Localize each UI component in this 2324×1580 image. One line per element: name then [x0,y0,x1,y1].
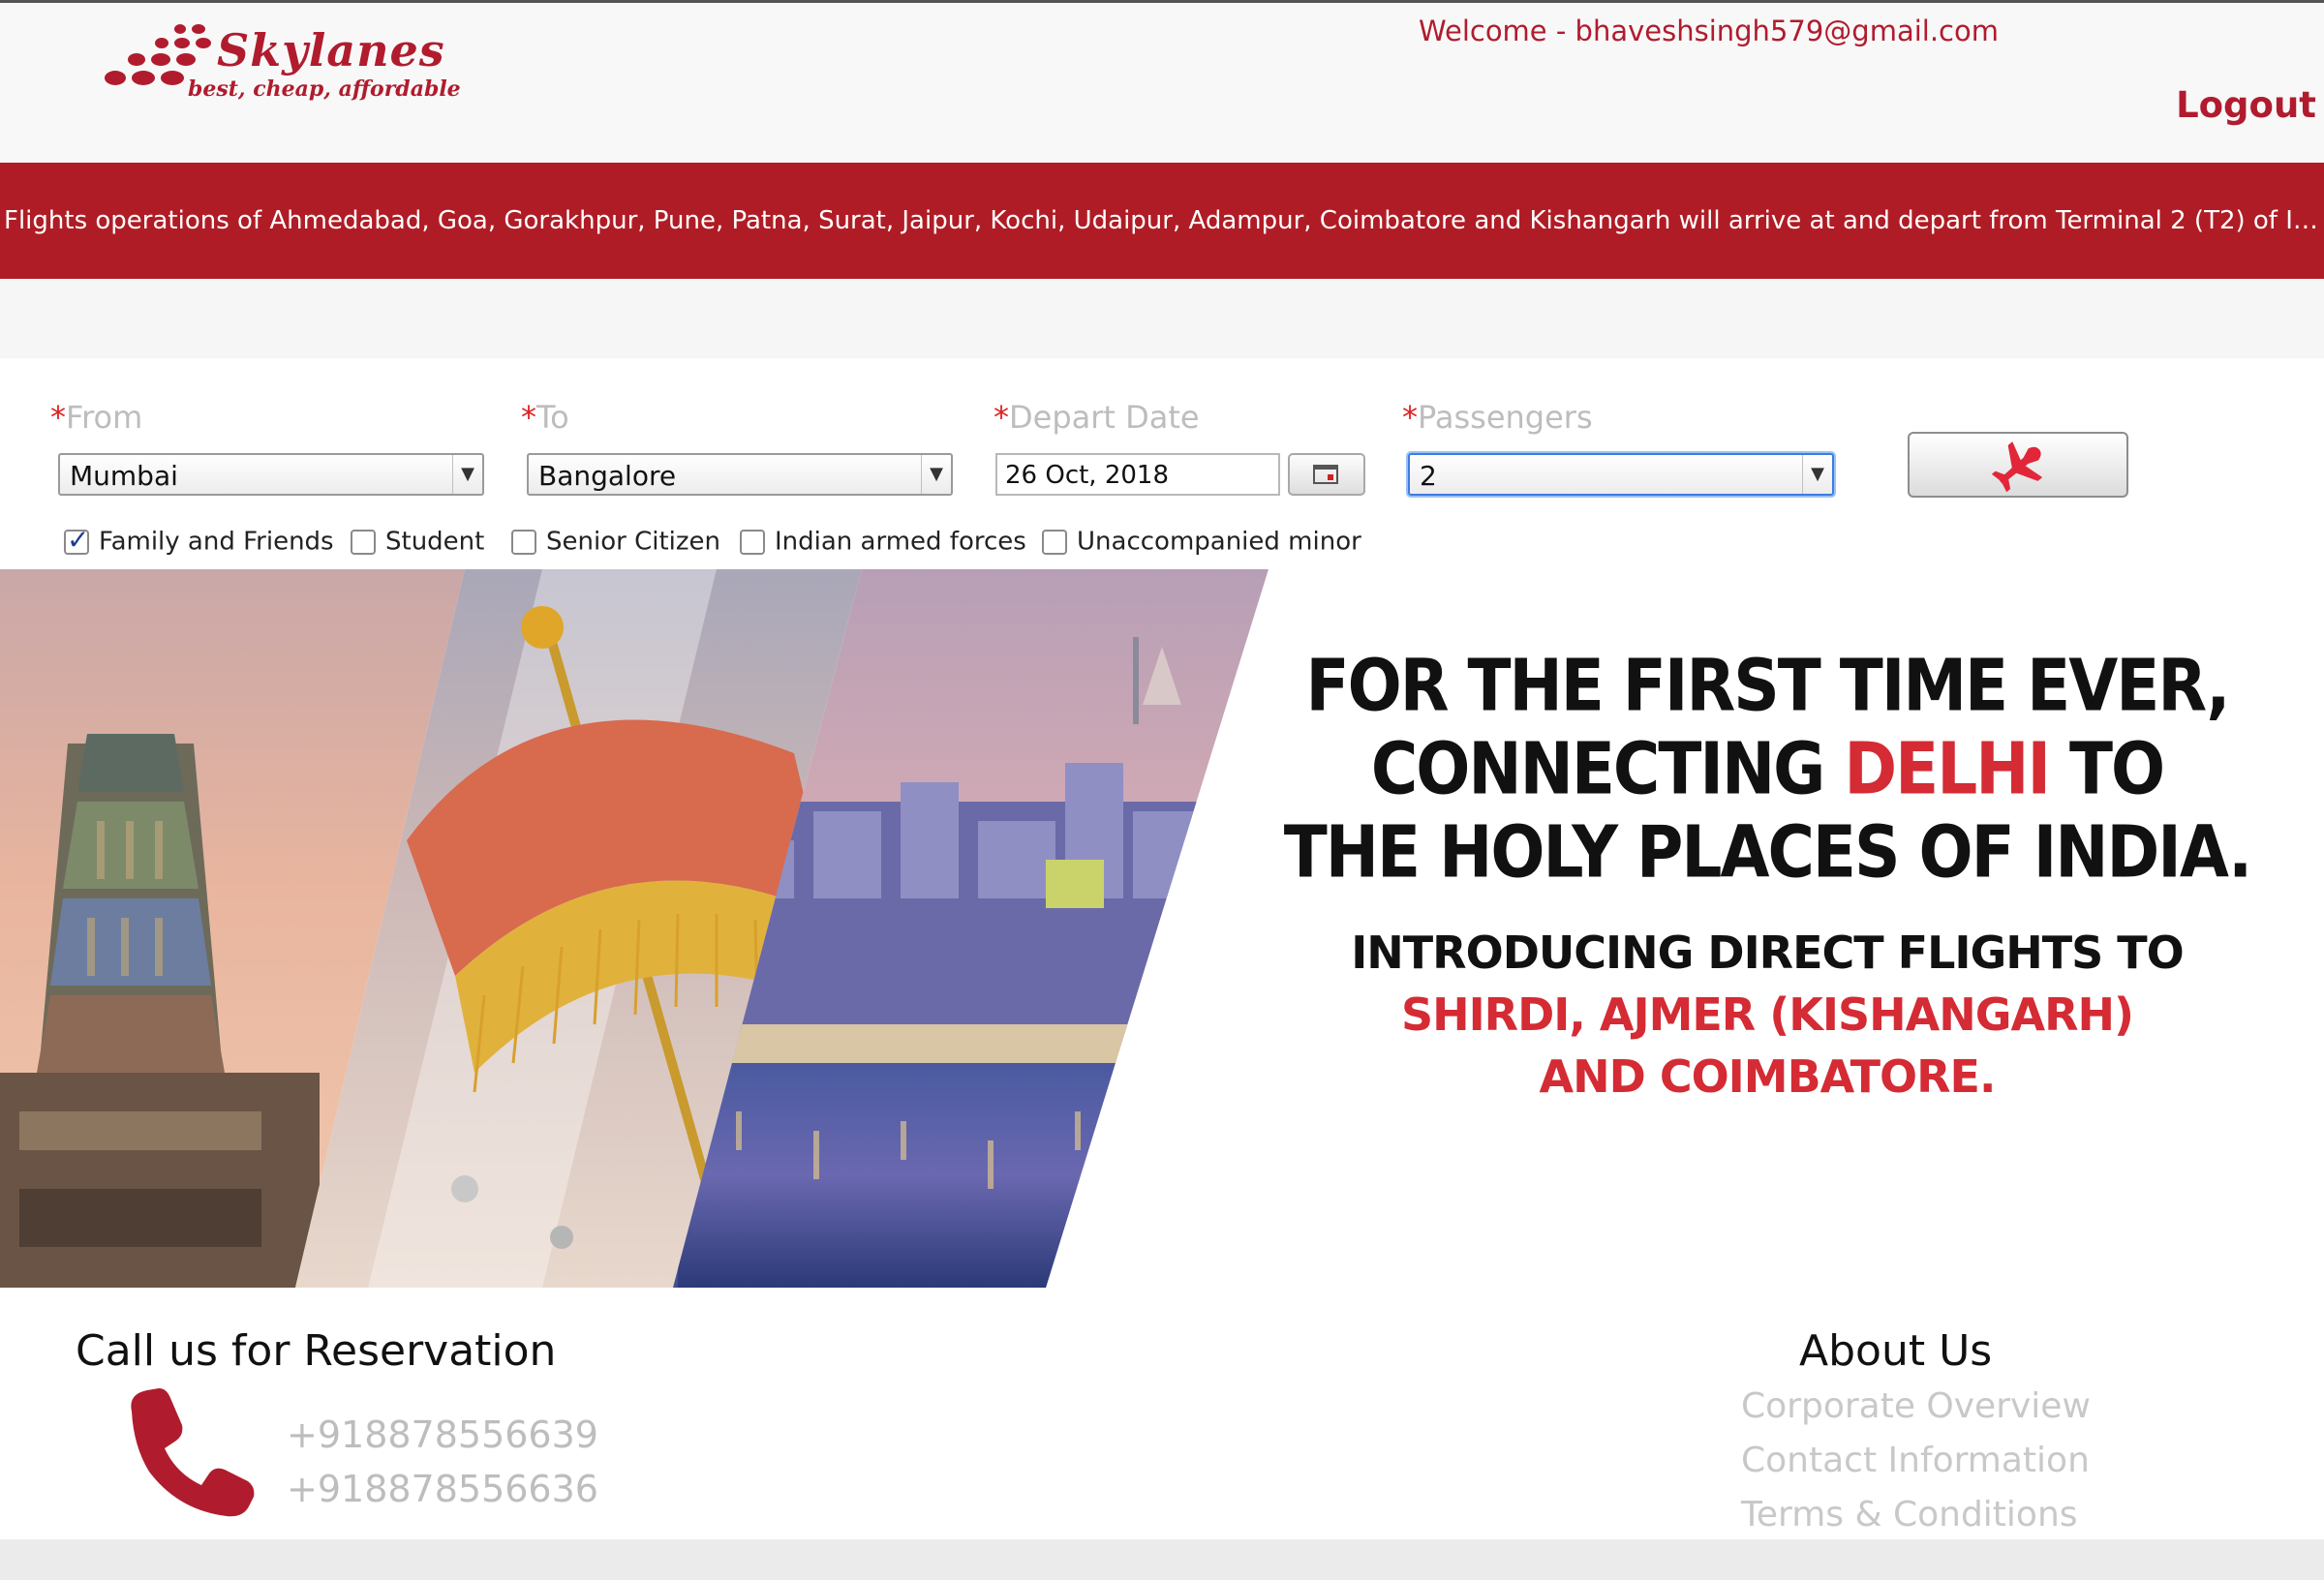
from-select[interactable]: Mumbai ▼ [58,453,484,496]
to-label: *To [521,399,569,436]
link-terms-conditions[interactable]: Terms & Conditions [1741,1495,2078,1534]
checkbox-box[interactable] [511,529,536,555]
about-us-title: About Us [1799,1326,1993,1376]
headline-line-5: SHIRDI, AJMER (KISHANGARH) [1400,988,2134,1041]
header: Skylanes best, cheap, affordable Welcome… [0,0,2324,163]
headline-line-2: CONNECTING DELHI TO [1370,727,2165,811]
checkbox-label: Senior Citizen [546,527,720,557]
depart-date-label: *Depart Date [994,399,1200,436]
to-select[interactable]: Bangalore ▼ [527,453,953,496]
banner-headline: FOR THE FIRST TIME EVER, CONNECTING DELH… [1259,644,2276,1108]
checkbox-label: Indian armed forces [775,527,1026,557]
passengers-label: *Passengers [1402,399,1593,436]
checkbox-student[interactable]: Student [351,527,484,557]
banner-photo-collage [0,569,1269,1288]
checkbox-family-friends[interactable]: Family and Friends [64,524,334,557]
chevron-down-icon: ▼ [452,455,482,494]
checkbox-box[interactable] [1042,529,1067,555]
to-value: Bangalore [538,460,677,492]
checkbox-armed-forces[interactable]: Indian armed forces [740,527,1026,557]
search-flights-button[interactable] [1908,432,2128,498]
link-corporate-overview[interactable]: Corporate Overview [1741,1386,2091,1426]
chevron-down-icon: ▼ [1802,455,1832,494]
depart-date-value: 26 Oct, 2018 [1005,461,1169,490]
bottom-bar [0,1539,2324,1580]
logo-tagline: best, cheap, affordable [188,76,461,102]
checkbox-box[interactable] [351,529,376,555]
chevron-down-icon: ▼ [921,455,951,494]
checkbox-box[interactable] [740,529,765,555]
call-us-title: Call us for Reservation [76,1326,557,1376]
calendar-icon [1313,465,1338,484]
headline-line-1: FOR THE FIRST TIME EVER, [1305,644,2231,728]
headline-line-6: AND COIMBATORE. [1539,1050,1997,1103]
phone-number[interactable]: +918878556636 [287,1468,598,1510]
checkbox-unaccompanied-minor[interactable]: Unaccompanied minor [1042,527,1361,557]
spacer-band [0,279,2324,358]
checkbox-senior-citizen[interactable]: Senior Citizen [511,527,720,557]
from-label: *From [50,399,143,436]
logo[interactable]: Skylanes best, cheap, affordable [101,20,488,104]
news-ticker: Flights operations of Ahmedabad, Goa, Go… [0,163,2324,279]
headline-line-3: THE HOLY PLACES OF INDIA. [1283,810,2252,895]
logo-name: Skylanes [217,24,445,76]
checkbox-label: Student [385,527,485,557]
passengers-select[interactable]: 2 ▼ [1408,453,1834,496]
welcome-text: Welcome - bhaveshsingh579@gmail.com [1419,15,1999,47]
link-contact-information[interactable]: Contact Information [1741,1441,2090,1480]
passengers-value: 2 [1420,460,1437,492]
footer: Call us for Reservation +918878556639 +9… [0,1288,2324,1580]
checkbox-label: Family and Friends [99,527,334,557]
airplane-icon [1991,441,2043,493]
checkbox-label: Unaccompanied minor [1077,527,1361,557]
headline-line-4: INTRODUCING DIRECT FLIGHTS TO [1351,927,2185,979]
promo-banner[interactable]: FOR THE FIRST TIME EVER, CONNECTING DELH… [0,569,2324,1288]
checkbox-box[interactable] [64,524,89,556]
calendar-button[interactable] [1288,453,1365,496]
logout-link[interactable]: Logout [2176,84,2316,126]
depart-date-input[interactable]: 26 Oct, 2018 [995,453,1280,496]
from-value: Mumbai [70,460,178,492]
phone-number[interactable]: +918878556639 [287,1413,598,1456]
phone-icon [131,1388,255,1517]
